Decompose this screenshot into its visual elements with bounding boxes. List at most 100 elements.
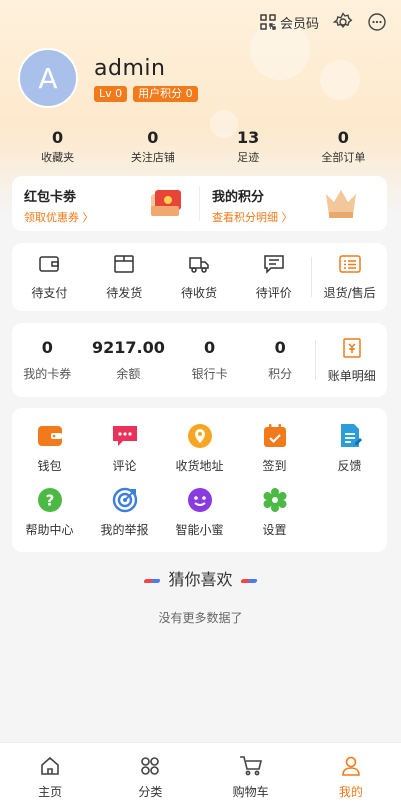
crown-icon [326, 190, 356, 218]
top-toolbar: 会员码 [260, 10, 387, 34]
order-label: 待支付 [31, 285, 68, 300]
username: admin [94, 56, 166, 81]
qr-code-icon [260, 14, 276, 30]
truck-icon [189, 256, 209, 273]
category-icon [141, 757, 160, 775]
order-label: 退货/售后 [323, 285, 376, 300]
user-badges: Lv 0 用户积分 0 [94, 86, 198, 102]
wallet-label: 银行卡 [191, 367, 228, 381]
wallet-points[interactable]: 0 积分 [245, 338, 316, 382]
wallet-label: 积分 [268, 367, 293, 381]
return-list-icon [338, 254, 361, 273]
stat-value: 0 [52, 128, 64, 147]
tab-mine[interactable]: 我的 [301, 743, 401, 802]
tab-category[interactable]: 分类 [100, 743, 200, 802]
service-wallet[interactable]: 钱包 [12, 422, 87, 486]
wallet-card: 0 我的卡券 9217.00 余额 0 银行卡 0 积分 账单明细 [12, 323, 387, 397]
wallet-value: 0 [204, 338, 216, 357]
stat-label: 关注店铺 [130, 151, 175, 164]
avatar-letter: A [38, 61, 58, 95]
stat-value: 0 [147, 128, 159, 147]
service-label: 智能小蜜 [175, 523, 224, 537]
purse-icon [37, 426, 62, 446]
bill-details[interactable]: 账单明细 [316, 337, 387, 384]
robot-icon [187, 488, 212, 512]
heading-decoration-left [143, 578, 162, 583]
home-icon [41, 756, 59, 775]
wallet-balance[interactable]: 9217.00 余额 [83, 338, 175, 382]
gear-icon [333, 12, 353, 29]
calendar-icon [263, 424, 286, 447]
bill-icon [342, 337, 361, 358]
member-code-button[interactable]: 会员码 [260, 13, 319, 32]
wallet-icon [39, 255, 60, 272]
guess-you-like-heading: 猜你喜欢 [0, 566, 401, 590]
heading-decoration-right [239, 578, 258, 583]
wallet-label: 我的卡券 [23, 367, 72, 381]
service-label: 评论 [112, 459, 137, 473]
service-settings[interactable]: 设置 [237, 486, 312, 550]
stat-label: 全部订单 [321, 151, 366, 164]
avatar[interactable]: A [18, 48, 78, 108]
target-icon [112, 487, 137, 513]
tab-cart[interactable]: 购物车 [201, 743, 301, 802]
bottom-tab-bar: 主页 分类 购物车 我的 [0, 742, 401, 802]
chat-icon [112, 426, 137, 446]
service-label: 帮助中心 [25, 523, 74, 537]
location-icon [187, 424, 212, 448]
gear-icon [263, 488, 286, 512]
tab-label: 我的 [338, 785, 363, 799]
coupon-entry[interactable]: 红包卡劵 领取优惠券 〉 [12, 176, 199, 231]
stat-value: 13 [236, 128, 260, 147]
guess-title: 猜你喜欢 [168, 570, 233, 589]
service-checkin[interactable]: 签到 [237, 422, 312, 486]
promo-card: 红包卡劵 领取优惠券 〉 我的积分 查看积分明细 〉 [12, 176, 387, 231]
svg-text:?: ? [45, 492, 54, 510]
service-label: 钱包 [37, 459, 62, 473]
order-pending-payment[interactable]: 待支付 [12, 254, 87, 301]
service-label: 收货地址 [175, 459, 224, 473]
tab-home[interactable]: 主页 [0, 743, 100, 802]
comment-icon [264, 254, 284, 274]
level-badge: Lv 0 [94, 86, 128, 102]
feedback-icon [340, 424, 362, 447]
stat-favorites[interactable]: 0 收藏夹 [10, 128, 105, 165]
settings-button[interactable] [333, 12, 353, 32]
order-pending-shipment[interactable]: 待发货 [87, 254, 162, 301]
wallet-value: 0 [41, 338, 53, 357]
service-label: 我的举报 [100, 523, 149, 537]
stat-followed-shops[interactable]: 0 关注店铺 [105, 128, 200, 165]
points-badge: 用户积分 0 [133, 86, 198, 102]
services-row: 钱包 评论 收货地址 签到 反馈 [12, 422, 387, 486]
service-comments[interactable]: 评论 [87, 422, 162, 486]
stat-footprints[interactable]: 13 足迹 [201, 128, 296, 165]
stat-all-orders[interactable]: 0 全部订单 [296, 128, 391, 165]
service-feedback[interactable]: 反馈 [312, 422, 387, 486]
header-decoration [320, 60, 360, 100]
wallet-bank-cards[interactable]: 0 银行卡 [174, 338, 245, 382]
wallet-value: 9217.00 [91, 338, 165, 357]
wallet-value: 0 [274, 338, 286, 357]
service-help-center[interactable]: ? 帮助中心 [12, 486, 87, 550]
order-pending-review[interactable]: 待评价 [236, 254, 311, 301]
service-my-reports[interactable]: 我的举报 [87, 486, 162, 550]
stat-label: 足迹 [237, 151, 260, 164]
message-button[interactable] [367, 12, 387, 32]
service-label: 设置 [262, 523, 287, 537]
service-address[interactable]: 收货地址 [162, 422, 237, 486]
stat-label: 收藏夹 [41, 151, 75, 164]
order-label: 待收货 [180, 285, 217, 300]
wallet-label: 余额 [116, 367, 141, 381]
box-icon [114, 254, 134, 273]
user-stats: 0 收藏夹 0 关注店铺 13 足迹 0 全部订单 [10, 128, 391, 165]
order-label: 待发货 [106, 285, 143, 300]
bill-label: 账单明细 [327, 368, 376, 383]
wallet-coupons[interactable]: 0 我的卡券 [12, 338, 83, 382]
order-returns[interactable]: 退货/售后 [312, 254, 387, 301]
service-smart-assistant[interactable]: 智能小蜜 [162, 486, 237, 550]
tab-label: 分类 [138, 785, 163, 799]
order-status-card: 待支付 待发货 待收货 待评价 退货/售后 [12, 243, 387, 311]
order-pending-receipt[interactable]: 待收货 [162, 254, 237, 301]
points-entry[interactable]: 我的积分 查看积分明细 〉 [200, 176, 387, 231]
tab-label: 主页 [38, 785, 63, 799]
